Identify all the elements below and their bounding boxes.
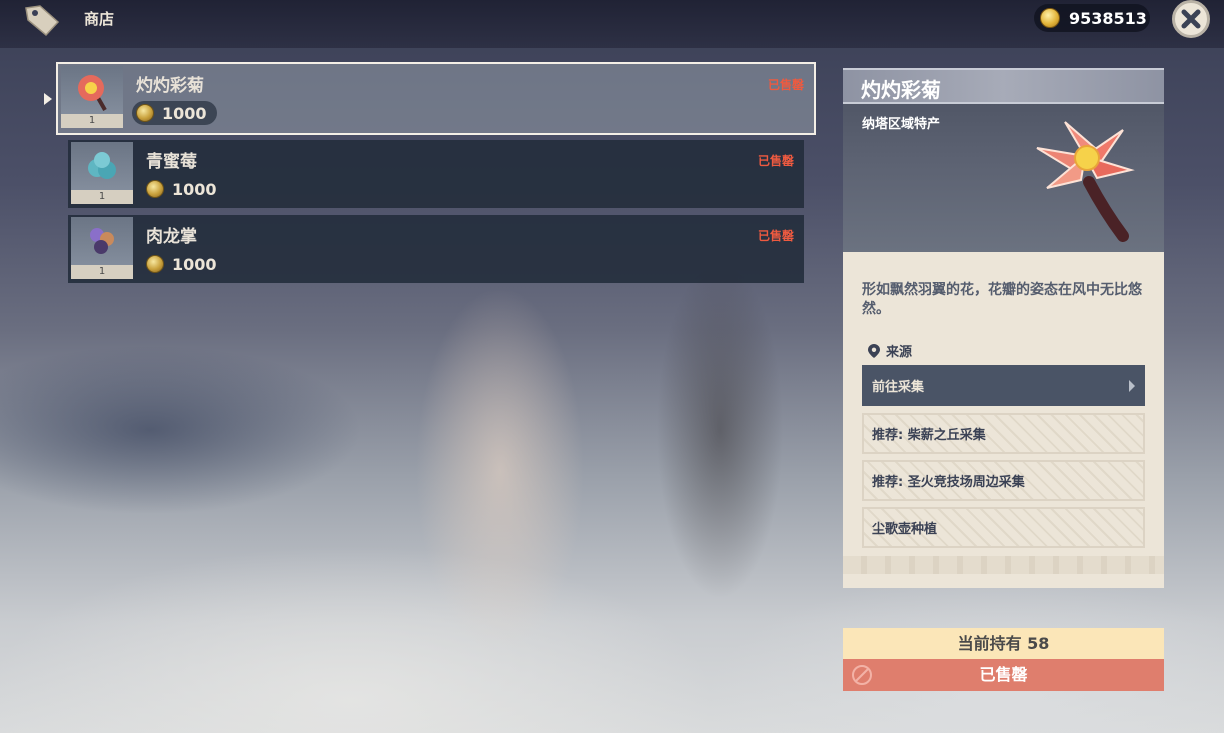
item-price-value: 1000 [162, 103, 207, 123]
close-icon [1181, 9, 1201, 29]
source-option-label: 推荐: 圣火竞技场周边采集 [872, 475, 1025, 490]
item-thumbnail: 1 [71, 217, 133, 279]
shop-item-row[interactable]: 1 青蜜莓 1000 已售罄 [68, 140, 804, 208]
source-option-label: 推荐: 柴薪之丘采集 [872, 428, 986, 443]
mora-coin-icon [146, 180, 164, 198]
sold-out-label: 已售罄 [979, 665, 1028, 684]
flower-icon [1036, 121, 1135, 242]
detail-title: 灼灼彩菊 [861, 78, 941, 102]
plant-icon [90, 228, 114, 254]
selection-arrow-icon [44, 93, 52, 105]
location-pin-icon [868, 343, 880, 358]
item-name: 灼灼彩菊 [136, 76, 204, 96]
go-gather-button[interactable]: 前往采集 [862, 365, 1145, 406]
sold-out-tag: 已售罄 [757, 154, 794, 168]
owned-count: 当前持有 58 [843, 628, 1164, 659]
close-button[interactable] [1172, 0, 1210, 38]
berry-icon [88, 152, 116, 179]
mora-coin-icon [146, 255, 164, 273]
decorative-band [843, 556, 1164, 574]
sold-out-button[interactable]: 已售罄 [843, 659, 1164, 691]
source-heading: 来源 [868, 341, 912, 360]
sold-out-tag: 已售罄 [767, 78, 804, 92]
source-option[interactable]: 推荐: 圣火竞技场周边采集 [862, 460, 1145, 501]
source-option[interactable]: 尘歌壶种植 [862, 507, 1145, 548]
source-option-label: 尘歌壶种植 [872, 522, 938, 537]
shop-title: 商店 [84, 10, 115, 28]
source-option[interactable]: 推荐: 柴薪之丘采集 [862, 413, 1145, 454]
item-price: 1000 [142, 252, 227, 276]
item-name: 肉龙掌 [146, 227, 197, 247]
item-detail-panel: 灼灼彩菊 纳塔区域特产 形如飘然羽翼的花，花瓣的姿态在风中无比悠然。 来源 前往… [843, 68, 1164, 588]
shop-item-row[interactable]: 1 肉龙掌 1000 已售罄 [68, 215, 804, 283]
detail-title-bar: 灼灼彩菊 [843, 68, 1164, 104]
item-price: 1000 [132, 101, 217, 125]
mora-coin-icon [136, 104, 154, 122]
detail-header: 灼灼彩菊 纳塔区域特产 [843, 68, 1164, 252]
mora-coin-icon [1040, 8, 1060, 28]
top-bar: 商店 9538513 [0, 0, 1224, 48]
flower-icon [78, 75, 107, 111]
item-name: 青蜜莓 [146, 152, 197, 172]
shop-item-row[interactable]: 1 灼灼彩菊 1000 已售罄 [56, 62, 816, 135]
detail-description: 形如飘然羽翼的花，花瓣的姿态在风中无比悠然。 [862, 282, 1142, 317]
item-price-value: 1000 [172, 179, 217, 199]
item-thumbnail: 1 [71, 142, 133, 204]
sold-out-tag: 已售罄 [757, 229, 794, 243]
detail-region: 纳塔区域特产 [862, 117, 941, 132]
price-tag-icon [25, 5, 60, 37]
go-gather-label: 前往采集 [872, 380, 925, 395]
currency-display: 9538513 [1034, 4, 1150, 32]
item-quantity: 1 [61, 114, 123, 128]
item-price: 1000 [142, 177, 227, 201]
chevron-right-icon [1129, 380, 1135, 392]
item-price-value: 1000 [172, 254, 217, 274]
item-quantity: 1 [71, 190, 133, 204]
item-thumbnail: 1 [61, 66, 123, 128]
prohibited-icon [852, 665, 872, 685]
currency-value: 9538513 [1069, 8, 1147, 28]
source-label: 来源 [886, 345, 913, 360]
item-quantity: 1 [71, 265, 133, 279]
